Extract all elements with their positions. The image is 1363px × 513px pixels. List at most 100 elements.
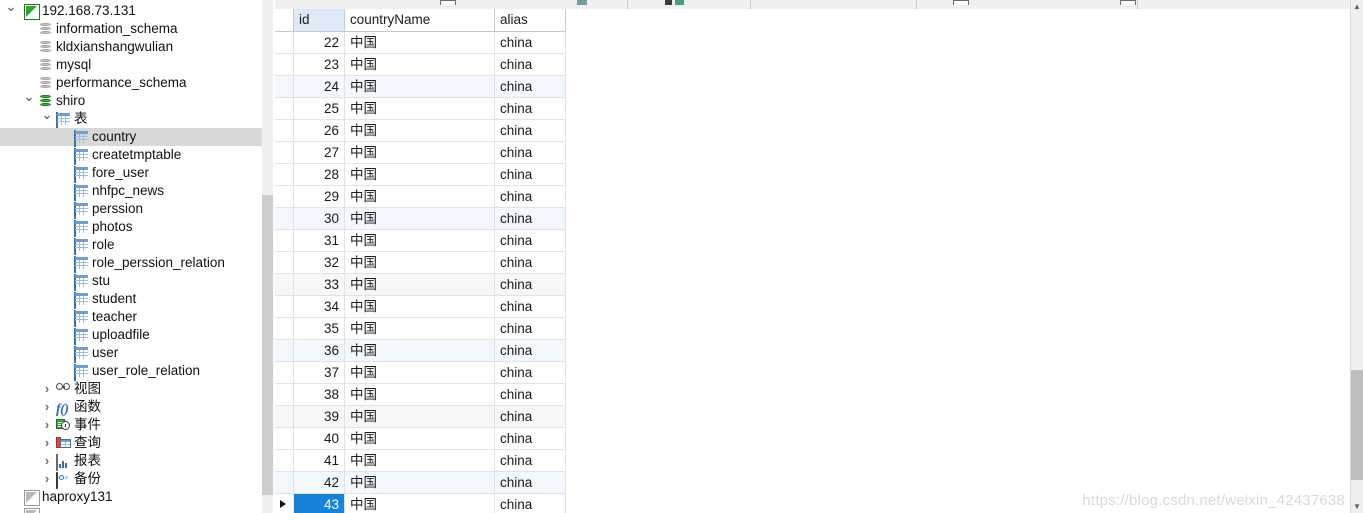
cell-alias[interactable]: china xyxy=(495,406,566,427)
toolbar-icon-clipped[interactable] xyxy=(665,0,672,5)
row-gutter[interactable] xyxy=(275,142,294,163)
table-row[interactable]: 30 中国 china xyxy=(275,208,566,230)
cell-countryName[interactable]: 中国 xyxy=(345,186,495,207)
cell-id[interactable]: 40 xyxy=(294,428,345,449)
scrollbar-thumb[interactable] xyxy=(1351,370,1363,480)
table-row[interactable]: 22 中国 china xyxy=(275,32,566,54)
cell-id[interactable]: 33 xyxy=(294,274,345,295)
cell-countryName[interactable]: 中国 xyxy=(345,472,495,493)
chevron-right-icon[interactable] xyxy=(40,398,54,416)
tree-node-kldxianshangwulian[interactable]: kldxianshangwulian xyxy=(0,38,262,56)
row-gutter[interactable] xyxy=(275,186,294,207)
row-gutter[interactable] xyxy=(275,450,294,471)
toolbar-icon-clipped[interactable] xyxy=(675,0,684,5)
tree-node-备份[interactable]: 备份 xyxy=(0,470,262,489)
chevron-right-icon[interactable] xyxy=(40,416,54,434)
row-gutter[interactable] xyxy=(275,384,294,405)
tree-node-blank[interactable] xyxy=(0,506,262,513)
tree-node-查询[interactable]: 查询 xyxy=(0,434,262,452)
cell-countryName[interactable]: 中国 xyxy=(345,296,495,317)
cell-countryName[interactable]: 中国 xyxy=(345,76,495,97)
table-row[interactable]: 42 中国 china xyxy=(275,472,566,494)
cell-alias[interactable]: china xyxy=(495,318,566,339)
cell-id[interactable]: 25 xyxy=(294,98,345,119)
cell-alias[interactable]: china xyxy=(495,98,566,119)
cell-id[interactable]: 41 xyxy=(294,450,345,471)
table-row[interactable]: 41 中国 china xyxy=(275,450,566,472)
cell-alias[interactable]: china xyxy=(495,472,566,493)
row-gutter[interactable] xyxy=(275,98,294,119)
sidebar-scrollbar-down-arrow[interactable] xyxy=(262,501,273,513)
table-row[interactable]: 25 中国 china xyxy=(275,98,566,120)
tree-node-teacher[interactable]: teacher xyxy=(0,308,262,327)
table-row[interactable]: 27 中国 china xyxy=(275,142,566,164)
cell-countryName[interactable]: 中国 xyxy=(345,164,495,185)
cell-alias[interactable]: china xyxy=(495,142,566,163)
row-gutter[interactable] xyxy=(275,274,294,295)
grid-header-gutter[interactable] xyxy=(275,9,294,31)
cell-id[interactable]: 30 xyxy=(294,208,345,229)
cell-id[interactable]: 42 xyxy=(294,472,345,493)
cell-alias[interactable]: china xyxy=(495,32,566,53)
cell-countryName[interactable]: 中国 xyxy=(345,494,495,513)
cell-id[interactable]: 35 xyxy=(294,318,345,339)
sidebar-scrollbar[interactable] xyxy=(262,0,273,513)
row-gutter[interactable] xyxy=(275,164,294,185)
table-row[interactable]: 43 中国 china xyxy=(275,494,566,513)
cell-id[interactable]: 31 xyxy=(294,230,345,251)
row-gutter[interactable] xyxy=(275,318,294,339)
cell-countryName[interactable]: 中国 xyxy=(345,362,495,383)
row-gutter[interactable] xyxy=(275,252,294,273)
cell-alias[interactable]: china xyxy=(495,296,566,317)
tree-node-information_schema[interactable]: information_schema xyxy=(0,20,262,38)
window-vertical-scrollbar[interactable]: ▲ ▼ xyxy=(1351,0,1363,513)
column-header-countryName[interactable]: countryName xyxy=(345,9,495,31)
row-gutter[interactable] xyxy=(275,230,294,251)
cell-id[interactable]: 28 xyxy=(294,164,345,185)
tree-node-视图[interactable]: 视图 xyxy=(0,380,262,398)
cell-countryName[interactable]: 中国 xyxy=(345,120,495,141)
tree-node-country[interactable]: country xyxy=(0,128,262,147)
tree-node-uploadfile[interactable]: uploadfile xyxy=(0,326,262,345)
tree-node-函数[interactable]: f() 函数 xyxy=(0,398,262,417)
row-gutter[interactable] xyxy=(275,406,294,427)
tree-node-haproxy131[interactable]: haproxy131 xyxy=(0,488,262,506)
row-gutter[interactable] xyxy=(275,428,294,449)
cell-countryName[interactable]: 中国 xyxy=(345,340,495,361)
cell-alias[interactable]: china xyxy=(495,120,566,141)
cell-countryName[interactable]: 中国 xyxy=(345,318,495,339)
tree-node-role[interactable]: role xyxy=(0,236,262,255)
cell-countryName[interactable]: 中国 xyxy=(345,450,495,471)
tree-node-role_perssion_relation[interactable]: role_perssion_relation xyxy=(0,254,262,273)
tree-node-photos[interactable]: photos xyxy=(0,218,262,237)
row-gutter[interactable] xyxy=(275,296,294,317)
table-row[interactable]: 34 中国 china xyxy=(275,296,566,318)
tree-node-192.168.73.131[interactable]: 192.168.73.131 xyxy=(0,2,262,20)
toolbar-icon-clipped[interactable] xyxy=(1120,0,1136,5)
table-row[interactable]: 39 中国 china xyxy=(275,406,566,428)
chevron-down-icon[interactable] xyxy=(4,2,18,20)
cell-countryName[interactable]: 中国 xyxy=(345,142,495,163)
cell-id[interactable]: 36 xyxy=(294,340,345,361)
column-header-id[interactable]: id xyxy=(294,9,345,31)
table-row[interactable]: 24 中国 china xyxy=(275,76,566,98)
table-row[interactable]: 32 中国 china xyxy=(275,252,566,274)
cell-alias[interactable]: china xyxy=(495,340,566,361)
data-grid[interactable]: id countryName alias 22 中国 china 23 中国 china 24 中国… xyxy=(275,9,1351,513)
cell-id[interactable]: 43 xyxy=(294,494,345,513)
column-header-alias[interactable]: alias xyxy=(495,9,566,31)
cell-id[interactable]: 32 xyxy=(294,252,345,273)
table-row[interactable]: 31 中国 china xyxy=(275,230,566,252)
cell-alias[interactable]: china xyxy=(495,274,566,295)
table-row[interactable]: 40 中国 china xyxy=(275,428,566,450)
cell-alias[interactable]: china xyxy=(495,494,566,513)
cell-alias[interactable]: china xyxy=(495,54,566,75)
table-row[interactable]: 28 中国 china xyxy=(275,164,566,186)
chevron-right-icon[interactable] xyxy=(40,470,54,488)
cell-countryName[interactable]: 中国 xyxy=(345,252,495,273)
row-gutter[interactable] xyxy=(275,54,294,75)
tree-node-事件[interactable]: 事件 xyxy=(0,416,262,434)
cell-id[interactable]: 24 xyxy=(294,76,345,97)
tree-node-student[interactable]: student xyxy=(0,290,262,309)
row-gutter[interactable] xyxy=(275,120,294,141)
